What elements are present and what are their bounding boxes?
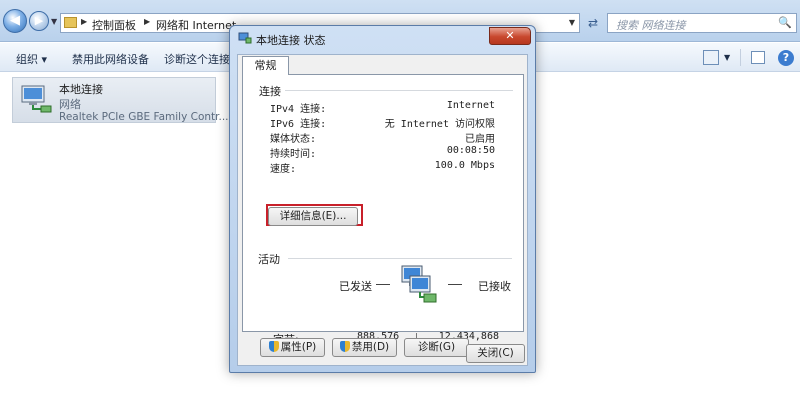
ipv4-label: IPv4 连接: — [270, 104, 327, 115]
close-icon[interactable]: ✕ — [489, 27, 531, 45]
properties-button[interactable]: 属性(P) — [260, 338, 325, 357]
group-divider — [285, 90, 513, 91]
connection-status: 网络 — [59, 98, 81, 111]
address-dropdown-icon[interactable]: ▼ — [569, 18, 575, 27]
back-button[interactable]: ◀ — [3, 9, 27, 33]
search-icon[interactable]: 🔍 — [778, 16, 792, 29]
breadcrumb-network-internet[interactable]: 网络和 Internet — [156, 17, 236, 33]
local-connection-status-dialog: 本地连接 状态 ✕ 常规 连接 IPv4 连接: Internet IPv6 连… — [229, 25, 536, 373]
organize-menu[interactable]: 组织 ▾ — [16, 51, 47, 67]
breadcrumb-arrow-icon[interactable]: ▶ — [81, 17, 87, 26]
ipv4-value: Internet — [446, 100, 495, 111]
dialog-title: 本地连接 状态 — [256, 34, 326, 47]
group-divider — [288, 258, 512, 259]
uac-shield-icon — [268, 341, 279, 352]
media-state-value: 已启用 — [465, 134, 495, 145]
dialog-body: 常规 连接 IPv4 连接: Internet IPv6 连接: 无 Inter… — [237, 54, 528, 366]
view-dropdown-icon[interactable]: ▼ — [724, 53, 730, 62]
speed-value: 100.0 Mbps — [434, 160, 495, 171]
sent-label: 已发送 — [339, 280, 372, 293]
details-button[interactable]: 详细信息(E)... — [268, 207, 358, 226]
control-panel-folder-icon — [64, 17, 77, 28]
disable-button-label: 禁用(D) — [351, 341, 390, 353]
help-icon[interactable]: ? — [778, 50, 794, 66]
disable-button[interactable]: 禁用(D) — [332, 338, 397, 357]
connection-name: 本地连接 — [59, 83, 103, 96]
received-label: 已接收 — [478, 280, 511, 293]
change-view-icon[interactable] — [703, 50, 719, 65]
network-title-icon — [238, 32, 252, 44]
duration-value: 00:08:50 — [446, 145, 495, 156]
connection-group-label: 连接 — [259, 85, 281, 98]
toolbar-divider — [740, 49, 741, 66]
activity-group-label: 活动 — [258, 253, 280, 266]
ipv6-label: IPv6 连接: — [270, 119, 327, 130]
properties-button-label: 属性(P) — [280, 341, 317, 353]
forward-button[interactable]: ▶ — [29, 11, 49, 31]
breadcrumb-control-panel[interactable]: 控制面板 — [92, 17, 136, 33]
refresh-icon[interactable]: ⇄ — [584, 15, 602, 32]
close-button[interactable]: 关闭(C) — [466, 344, 525, 363]
uac-shield-icon — [339, 341, 350, 352]
search-input[interactable]: 搜索 网络连接 — [616, 17, 686, 33]
received-dash — [448, 284, 462, 285]
search-box[interactable]: 搜索 网络连接 🔍 — [607, 13, 797, 33]
history-dropdown-icon[interactable]: ▼ — [51, 17, 57, 26]
tab-general[interactable]: 常规 — [242, 56, 289, 75]
network-activity-icon — [401, 265, 437, 303]
ipv6-value: 无 Internet 访问权限 — [384, 119, 495, 130]
connection-adapter: Realtek PCIe GBE Family Contr... — [59, 111, 229, 123]
duration-label: 持续时间: — [270, 149, 317, 160]
network-adapter-icon — [21, 85, 52, 113]
speed-label: 速度: — [270, 164, 297, 175]
sent-dash — [376, 284, 390, 285]
preview-pane-icon[interactable] — [751, 51, 765, 64]
list-item-local-connection[interactable]: 本地连接 网络 Realtek PCIe GBE Family Contr... — [12, 77, 229, 123]
diagnose-button[interactable]: 诊断(G) — [404, 338, 469, 357]
disable-device-button[interactable]: 禁用此网络设备 — [72, 51, 149, 67]
diagnose-connection-button[interactable]: 诊断这个连接 — [164, 51, 230, 67]
breadcrumb-arrow-icon[interactable]: ▶ — [144, 17, 150, 26]
media-state-label: 媒体状态: — [270, 134, 317, 145]
